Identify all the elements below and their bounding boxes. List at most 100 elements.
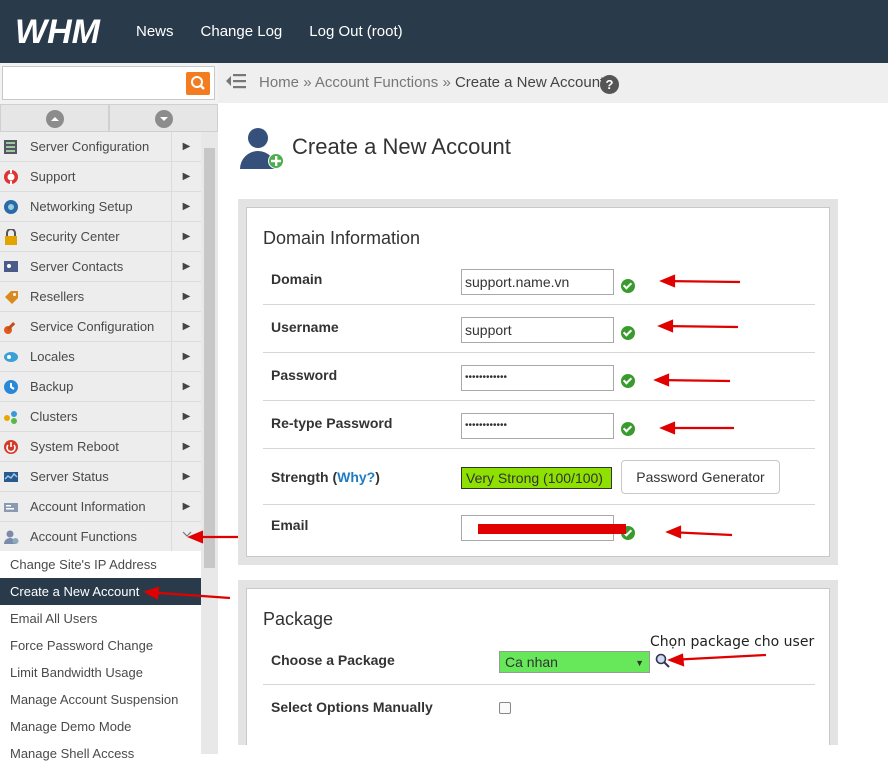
backup-icon	[4, 380, 18, 394]
expand-arrow-icon[interactable]: ▶	[171, 342, 201, 371]
breadcrumb-separator: »	[303, 74, 312, 91]
page-title: Create a New Account	[292, 134, 511, 159]
breadcrumb-current: Create a New Account	[454, 74, 605, 91]
submenu-item-force-password-change[interactable]: Force Password Change	[0, 632, 201, 659]
submenu-item-create-account[interactable]: Create a New Account	[0, 578, 201, 605]
expand-arrow-icon[interactable]: ▶	[171, 402, 201, 431]
sidebar-item-system-reboot[interactable]: System Reboot ▶	[0, 432, 201, 462]
domain-input[interactable]: support.name.vn	[461, 269, 614, 295]
why-link[interactable]: Why?	[337, 469, 375, 485]
account-info-icon	[4, 503, 18, 512]
sidebar-item-label: Account Functions	[30, 529, 137, 544]
package-selected-value: Ca nhan	[505, 654, 558, 670]
sidebar-item-support[interactable]: Support ▶	[0, 162, 201, 192]
sidebar-item-label: Clusters	[30, 409, 78, 424]
select-options-manually-checkbox[interactable]	[499, 702, 511, 714]
password-generator-button[interactable]: Password Generator	[621, 460, 780, 494]
scroll-down-button[interactable]	[109, 104, 218, 132]
valid-check-icon	[621, 374, 635, 388]
password-input[interactable]: ••••••••••••	[461, 365, 614, 391]
sidebar-item-label: System Reboot	[30, 439, 119, 454]
top-header: WHM News Change Log Log Out (root)	[0, 0, 888, 63]
sidebar-item-resellers[interactable]: Resellers ▶	[0, 282, 201, 312]
sidebar-item-security-center[interactable]: Security Center ▶	[0, 222, 201, 252]
submenu-item-email-all-users[interactable]: Email All Users	[0, 605, 201, 632]
sidebar-item-label: Server Contacts	[30, 259, 124, 274]
expand-arrow-icon[interactable]: ▶	[171, 492, 201, 521]
chevron-down-icon	[155, 110, 173, 128]
annotation-note: Chọn package cho user	[650, 634, 815, 650]
search-input[interactable]	[6, 71, 181, 95]
submenu-item-change-ip[interactable]: Change Site's IP Address	[0, 551, 201, 578]
submenu-item-manage-demo-mode[interactable]: Manage Demo Mode	[0, 713, 201, 740]
account-functions-submenu: Change Site's IP Address Create a New Ac…	[0, 551, 201, 767]
sidebar-scroll-thumb[interactable]	[204, 148, 215, 568]
expand-arrow-icon[interactable]: ▶	[171, 282, 201, 311]
expand-arrow-icon[interactable]: ▶	[171, 462, 201, 491]
expand-arrow-icon[interactable]: ▶	[171, 132, 201, 161]
nav-change-log[interactable]: Change Log	[201, 23, 283, 40]
username-row: Username support	[263, 305, 815, 353]
contacts-icon	[4, 261, 18, 272]
sidebar-item-account-functions[interactable]: Account Functions	[0, 522, 201, 552]
strength-label: Strength (Why?)	[271, 469, 380, 485]
expand-arrow-icon[interactable]: ▶	[171, 432, 201, 461]
expand-arrow-icon[interactable]: ▶	[171, 192, 201, 221]
sidebar-item-server-contacts[interactable]: Server Contacts ▶	[0, 252, 201, 282]
select-options-manually-row: Select Options Manually	[263, 685, 815, 731]
collapse-arrow-icon[interactable]	[171, 522, 201, 551]
username-input[interactable]: support	[461, 317, 614, 343]
sidebar-item-networking-setup[interactable]: Networking Setup ▶	[0, 192, 201, 222]
expand-arrow-icon[interactable]: ▶	[171, 372, 201, 401]
sidebar-item-clusters[interactable]: Clusters ▶	[0, 402, 201, 432]
server-config-icon	[4, 140, 17, 154]
retype-password-label: Re-type Password	[271, 415, 393, 431]
help-icon[interactable]: ?	[600, 75, 619, 94]
power-icon	[4, 440, 18, 454]
password-row: Password ••••••••••••	[263, 353, 815, 401]
sidebar-item-locales[interactable]: Locales ▶	[0, 342, 201, 372]
sidebar-item-server-status[interactable]: Server Status ▶	[0, 462, 201, 492]
search-button[interactable]	[186, 72, 210, 95]
password-strength-meter: Very Strong (100/100)	[461, 467, 612, 489]
scroll-up-button[interactable]	[0, 104, 109, 132]
submenu-item-manage-suspension[interactable]: Manage Account Suspension	[0, 686, 201, 713]
breadcrumb-section[interactable]: Account Functions	[315, 74, 438, 91]
lock-icon	[5, 229, 17, 245]
nav-logout[interactable]: Log Out (root)	[309, 23, 402, 40]
magnifier-icon[interactable]	[655, 653, 671, 669]
sidebar-item-label: Server Status	[30, 469, 109, 484]
breadcrumb: Home » Account Functions » Create a New …	[259, 74, 604, 91]
sidebar-item-label: Networking Setup	[30, 199, 133, 214]
expand-arrow-icon[interactable]: ▶	[171, 222, 201, 251]
breadcrumb-home[interactable]: Home	[259, 74, 299, 91]
username-label: Username	[271, 319, 339, 335]
sidebar-item-label: Locales	[30, 349, 75, 364]
expand-arrow-icon[interactable]: ▶	[171, 252, 201, 281]
password-label: Password	[271, 367, 338, 383]
whm-logo[interactable]: WHM	[15, 14, 119, 48]
sidebar-item-backup[interactable]: Backup ▶	[0, 372, 201, 402]
package-panel: Package Choose a Package Ca nhan ▼ Selec…	[238, 580, 838, 745]
retype-password-input[interactable]: ••••••••••••	[461, 413, 614, 439]
package-select[interactable]: Ca nhan ▼	[499, 651, 650, 673]
search-icon	[191, 76, 205, 90]
valid-check-icon	[621, 422, 635, 436]
nav-news[interactable]: News	[136, 23, 174, 40]
sidebar-item-account-information[interactable]: Account Information ▶	[0, 492, 201, 522]
strength-label-text: Strength	[271, 469, 329, 485]
domain-row: Domain support.name.vn	[263, 259, 815, 305]
sidebar-item-server-configuration[interactable]: Server Configuration ▶	[0, 132, 201, 162]
expand-arrow-icon[interactable]: ▶	[171, 162, 201, 191]
submenu-item-limit-bandwidth[interactable]: Limit Bandwidth Usage	[0, 659, 201, 686]
sidebar-toggle-icon[interactable]	[225, 72, 247, 90]
expand-arrow-icon[interactable]: ▶	[171, 312, 201, 341]
choose-package-label: Choose a Package	[271, 652, 395, 668]
clusters-icon	[4, 411, 17, 424]
select-options-manually-label: Select Options Manually	[271, 699, 433, 715]
lifebuoy-icon	[4, 169, 18, 185]
svg-text:WHM: WHM	[15, 14, 101, 48]
dropdown-arrow-icon: ▼	[635, 658, 644, 668]
sidebar-item-service-configuration[interactable]: Service Configuration ▶	[0, 312, 201, 342]
sidebar-menu: Server Configuration ▶ Support ▶ Network…	[0, 132, 201, 552]
